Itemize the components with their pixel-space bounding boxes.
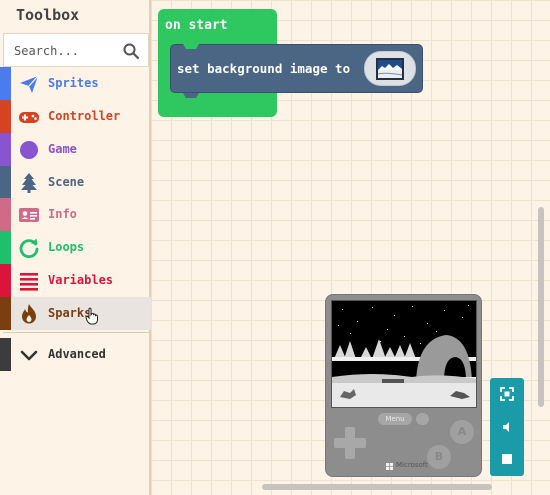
gamepad-icon bbox=[19, 112, 39, 123]
category-label: Game bbox=[48, 142, 77, 156]
category-color-bar bbox=[0, 264, 11, 297]
workspace-horizontal-scrollbar[interactable] bbox=[262, 484, 492, 490]
circle-icon bbox=[20, 141, 38, 159]
toolbox: Toolbox Sprites Controller bbox=[0, 0, 151, 495]
category-label: Advanced bbox=[48, 347, 106, 361]
flame-icon bbox=[22, 304, 36, 324]
simulator-menu-button[interactable]: Menu bbox=[378, 413, 412, 425]
simulator-reset-button[interactable] bbox=[416, 413, 429, 425]
block-notch bbox=[183, 44, 199, 49]
simulator-b-button[interactable]: B bbox=[427, 445, 451, 469]
category-variables[interactable]: Variables bbox=[0, 264, 151, 297]
simulator-screen[interactable] bbox=[331, 300, 477, 408]
block-notch bbox=[183, 93, 199, 98]
category-color-bar bbox=[0, 231, 11, 264]
stop-button[interactable] bbox=[490, 443, 524, 475]
simulator-a-button[interactable]: A bbox=[450, 420, 474, 444]
search-icon[interactable] bbox=[122, 42, 140, 60]
stop-icon bbox=[502, 454, 512, 464]
category-game[interactable]: Game bbox=[0, 133, 151, 166]
category-label: Controller bbox=[48, 109, 121, 123]
category-info[interactable]: Info bbox=[0, 198, 151, 231]
microsoft-logo-icon bbox=[386, 463, 393, 470]
category-color-bar bbox=[0, 166, 11, 199]
game-simulator: Menu A B Microsoft bbox=[325, 294, 482, 477]
category-label: Scene bbox=[48, 175, 85, 189]
simulator-toolbar bbox=[490, 378, 524, 476]
image-picker[interactable] bbox=[364, 51, 416, 86]
category-color-bar bbox=[0, 338, 11, 371]
on-start-label: on start bbox=[165, 18, 228, 33]
chevron-down-icon bbox=[20, 350, 38, 361]
search-input[interactable] bbox=[14, 41, 114, 61]
category-sprites[interactable]: Sprites bbox=[0, 67, 151, 100]
category-color-bar bbox=[0, 100, 11, 133]
category-scene[interactable]: Scene bbox=[0, 166, 151, 199]
microsoft-brand-text: Microsoft bbox=[396, 461, 428, 469]
category-color-bar bbox=[0, 67, 11, 100]
fullscreen-button[interactable] bbox=[490, 378, 524, 410]
category-sparks[interactable]: Sparks bbox=[0, 297, 151, 330]
background-image-thumbnail bbox=[376, 58, 404, 80]
toolbox-divider bbox=[3, 332, 149, 333]
category-label: Variables bbox=[48, 273, 114, 287]
set-background-label: set background image to bbox=[177, 61, 351, 76]
toolbox-title: Toolbox bbox=[16, 6, 80, 24]
workspace-vertical-scrollbar[interactable] bbox=[538, 207, 544, 407]
category-label: Sprites bbox=[48, 76, 99, 90]
category-loops[interactable]: Loops bbox=[0, 231, 151, 264]
category-label: Loops bbox=[48, 240, 85, 254]
speaker-icon bbox=[503, 422, 509, 432]
category-color-bar bbox=[0, 133, 11, 166]
id-card-icon bbox=[19, 208, 39, 222]
list-icon bbox=[20, 273, 38, 291]
paper-plane-icon bbox=[20, 75, 39, 93]
category-label: Info bbox=[48, 207, 77, 221]
category-color-bar bbox=[0, 198, 11, 231]
tree-icon bbox=[21, 173, 37, 193]
category-controller[interactable]: Controller bbox=[0, 100, 151, 133]
simulator-dpad-vertical[interactable] bbox=[345, 427, 355, 459]
search-box[interactable] bbox=[3, 33, 149, 67]
hand-cursor-icon bbox=[85, 307, 98, 325]
fullscreen-icon bbox=[500, 387, 514, 401]
refresh-icon bbox=[19, 238, 39, 259]
mute-button[interactable] bbox=[490, 411, 524, 443]
category-advanced[interactable]: Advanced bbox=[0, 338, 151, 371]
set-background-image-block[interactable]: set background image to bbox=[170, 44, 423, 98]
category-color-bar bbox=[0, 297, 11, 330]
